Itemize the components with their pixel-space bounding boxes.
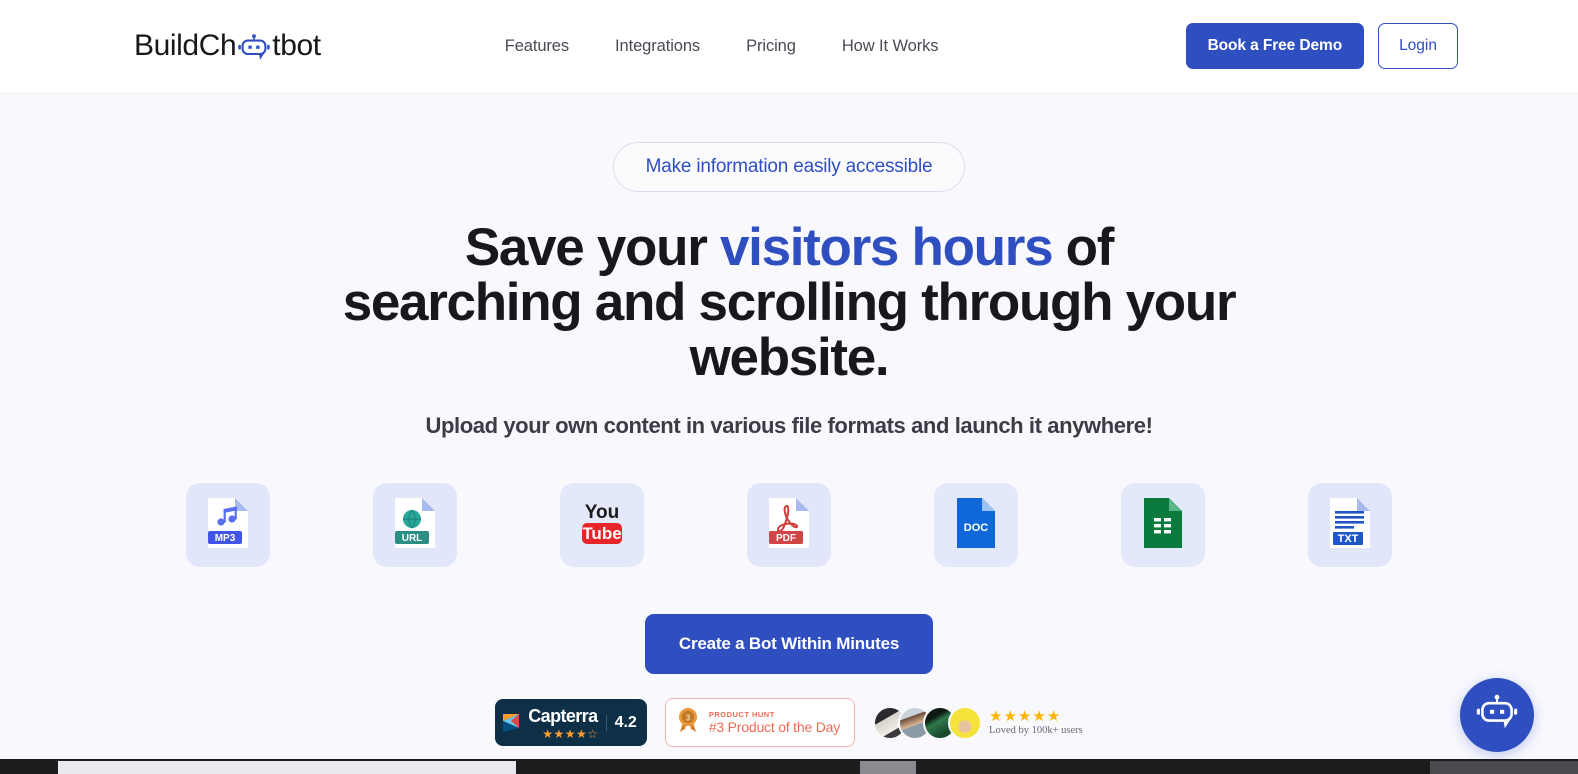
pdf-file-icon: PDF [766, 497, 812, 554]
site-header: BuildCh tbot Features Integrations Prici… [0, 0, 1578, 92]
scrollbar-thumb[interactable] [58, 761, 516, 774]
chat-widget-button[interactable] [1460, 678, 1534, 752]
avatar [948, 705, 983, 740]
product-hunt-title: #3 Product of the Day [708, 718, 841, 735]
format-tile-txt[interactable]: TXT [1308, 483, 1392, 568]
header-actions: Book a Free Demo Login [1185, 23, 1458, 69]
headline-highlight: visitors hours [719, 218, 1054, 277]
nav-item-pricing[interactable]: Pricing [746, 37, 796, 56]
capterra-stars: ★★★★☆ [542, 727, 599, 742]
loved-by-users-badge: ★★★★★ Loved by 100k+ users [873, 705, 1083, 740]
capterra-score: 4.2 [605, 715, 637, 732]
youtube-icon: You Tube [576, 498, 628, 553]
main-navigation: Features Integrations Pricing How It Wor… [505, 37, 939, 56]
svg-text:URL: URL [402, 533, 423, 544]
format-tile-sheets[interactable] [1121, 483, 1205, 568]
txt-file-icon: TXT [1327, 497, 1373, 554]
cta-container: Create a Bot Within Minutes [0, 614, 1578, 675]
loved-caption: Loved by 100k+ users [989, 725, 1083, 737]
chatbot-robot-icon [237, 33, 271, 63]
capterra-name: Capterra [528, 706, 598, 727]
capterra-badge[interactable]: Capterra ★★★★☆ 4.2 [495, 699, 647, 747]
svg-text:DOC: DOC [964, 522, 989, 534]
login-button[interactable]: Login [1378, 23, 1458, 69]
create-bot-button[interactable]: Create a Bot Within Minutes [644, 614, 934, 675]
page-title: Save your visitors hours of searching an… [339, 220, 1239, 385]
nav-item-integrations[interactable]: Integrations [615, 37, 700, 56]
hero-subtitle: Upload your own content in various file … [425, 413, 1153, 439]
product-hunt-badge[interactable]: 3 PRODUCT HUNT #3 Product of the Day [664, 698, 856, 748]
brand-name-suffix: tbot [272, 29, 321, 62]
horizontal-scrollbar[interactable] [0, 759, 1578, 774]
scrollbar-secondary-thumb[interactable] [860, 761, 916, 774]
book-demo-button[interactable]: Book a Free Demo [1185, 23, 1365, 69]
svg-text:Tube: Tube [582, 524, 621, 543]
spreadsheet-file-icon [1141, 497, 1185, 554]
nav-item-how-it-works[interactable]: How It Works [842, 37, 939, 56]
svg-text:TXT: TXT [1338, 533, 1359, 545]
mp3-file-icon: MP3 [205, 497, 251, 554]
hero-section: Make information easily accessible Save … [0, 92, 1578, 774]
product-hunt-label: PRODUCT HUNT [708, 709, 775, 719]
svg-text:MP3: MP3 [215, 533, 236, 544]
doc-file-icon: DOC [954, 497, 998, 554]
url-file-icon: URL [392, 497, 438, 554]
format-tile-mp3[interactable]: MP3 [186, 483, 270, 568]
svg-text:3: 3 [686, 714, 691, 723]
headline-text-1: Save your [464, 218, 720, 277]
brand-name-prefix: BuildCh [134, 29, 237, 62]
loved-rating-stars: ★★★★★ [989, 708, 1062, 726]
file-format-list: MP3 URL You Tube PDF DOC TXT [0, 483, 1578, 568]
capterra-logo-icon [503, 708, 521, 739]
nav-item-features[interactable]: Features [505, 37, 569, 56]
scrollbar-right-segment[interactable] [1430, 761, 1578, 774]
hero-badge-pill[interactable]: Make information easily accessible [612, 142, 966, 192]
brand-logo[interactable]: BuildCh tbot [134, 29, 321, 63]
svg-text:PDF: PDF [776, 533, 796, 544]
format-tile-pdf[interactable]: PDF [747, 483, 831, 568]
avatar-stack [873, 705, 983, 740]
format-tile-url[interactable]: URL [373, 483, 457, 568]
svg-text:You: You [585, 502, 619, 523]
social-proof-badges: Capterra ★★★★☆ 4.2 3 PRODUCT HUNT #3 Pro… [0, 698, 1578, 748]
format-tile-doc[interactable]: DOC [934, 483, 1018, 568]
product-hunt-medal-icon: 3 [676, 706, 700, 739]
chatbot-robot-icon [1475, 693, 1519, 738]
format-tile-youtube[interactable]: You Tube [560, 483, 644, 568]
